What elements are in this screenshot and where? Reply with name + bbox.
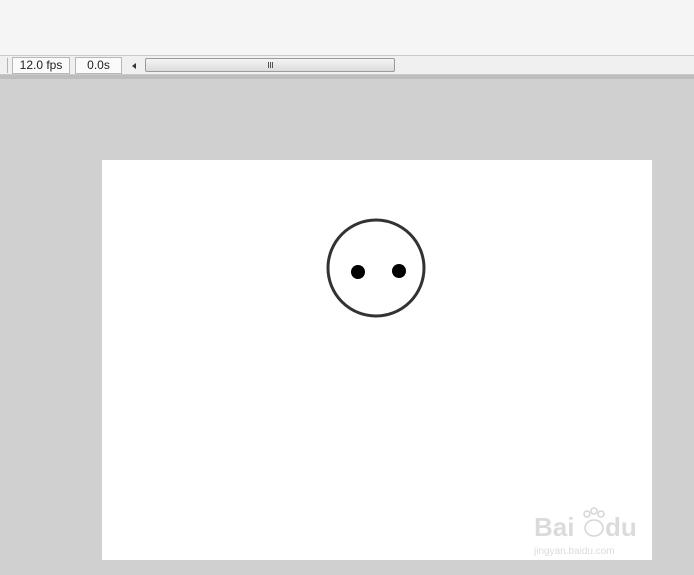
svg-text:jingyan.baidu.com: jingyan.baidu.com (533, 546, 615, 557)
scroll-left-arrow-icon[interactable] (128, 58, 140, 73)
face-outline[interactable] (326, 218, 426, 318)
svg-text:du: du (605, 512, 637, 542)
panel-divider (0, 58, 8, 73)
grip-icon (267, 62, 273, 68)
frame-rate-field[interactable]: 12.0 fps (12, 57, 70, 74)
timeline-status-bar: 12.0 fps 0.0s (0, 55, 694, 75)
timeline-panel[interactable] (0, 0, 694, 55)
horizontal-scrollbar[interactable] (144, 57, 694, 74)
baidu-watermark-logo: Bai du jingyan.baidu.com (533, 507, 637, 557)
scrollbar-thumb[interactable] (145, 58, 395, 72)
right-eye[interactable] (392, 264, 406, 278)
elapsed-time-field[interactable]: 0.0s (75, 57, 122, 74)
left-eye[interactable] (351, 265, 365, 279)
svg-text:Bai: Bai (534, 512, 574, 542)
